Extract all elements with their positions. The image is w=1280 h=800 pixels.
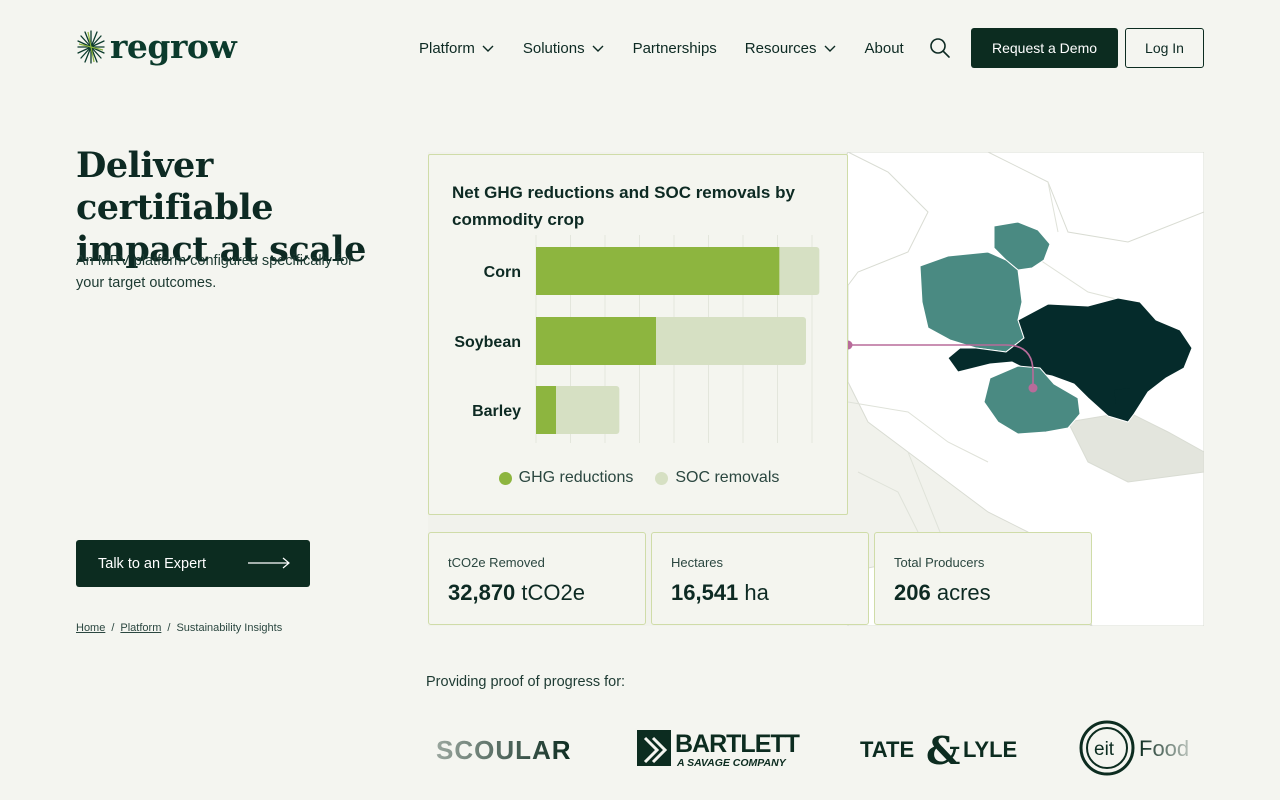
scoular-logo-graphic: SCOULAR [436, 735, 572, 765]
stat-card-producers: Total Producers 206 acres [874, 532, 1092, 625]
legend-dot-soc [655, 471, 669, 485]
nav-about-label: About [864, 39, 904, 57]
client-logos: SCOULAR BARTLETT A SAVAGE COMPANY TATE &… [426, 712, 1204, 784]
hero-title-line1: Deliver certifiable [76, 145, 274, 228]
bartlett-text: BARTLETT [675, 730, 800, 758]
nav-partnerships-label: Partnerships [632, 39, 717, 57]
eit-food-logo: eit Food [1077, 712, 1204, 784]
chart-legend: GHG reductions SOC removals [429, 469, 849, 487]
proof-label: Providing proof of progress for: [426, 674, 626, 690]
eit-food-logo-graphic: eit Food [1079, 720, 1189, 776]
bar-ghg-reductions [536, 317, 656, 365]
bartlett-logo-graphic: BARTLETT A SAVAGE COMPANY [637, 730, 801, 769]
breadcrumb-separator: / [167, 622, 171, 634]
chevron-down-icon [482, 45, 494, 52]
stat-card-hectares: Hectares 16,541 ha [651, 532, 869, 625]
stat-unit: ha [744, 580, 769, 605]
stat-label: Total Producers [894, 555, 985, 570]
legend-dot-ghg [498, 471, 512, 485]
food-text: Food [1139, 736, 1189, 761]
tate-lyle-logo-graphic: TATE & LYLE [860, 728, 1017, 770]
talk-to-expert-button[interactable]: Talk to an Expert [76, 540, 310, 587]
brand-name: regrow [110, 27, 237, 66]
bartlett-logo: BARTLETT A SAVAGE COMPANY [637, 712, 807, 784]
breadcrumb-home[interactable]: Home [76, 622, 105, 634]
nav-platform[interactable]: Platform [419, 40, 495, 57]
chart-card: Net GHG reductions and SOC removals by c… [428, 154, 848, 515]
stat-number: 16,541 [671, 580, 739, 605]
request-demo-button[interactable]: Request a Demo [971, 28, 1118, 68]
nav-resources-label: Resources [744, 39, 817, 57]
legend-label-ghg: GHG reductions [518, 469, 634, 486]
stat-value: 32,870 tCO2e [448, 580, 645, 606]
main-nav: Platform Solutions Partnerships Resource… [419, 28, 932, 68]
hero-subtitle: An MRV platform configured specifically … [76, 253, 353, 291]
breadcrumb-platform[interactable]: Platform [120, 622, 161, 634]
bar-ghg-reductions [536, 247, 780, 295]
nav-partnerships[interactable]: Partnerships [633, 40, 717, 57]
tate-lyle-logo: TATE & LYLE [860, 712, 1025, 784]
chevron-down-icon [592, 45, 604, 52]
arrow-right-icon [248, 557, 290, 569]
site-header: regrow Platform Solutions Partnerships R… [0, 0, 1280, 96]
scoular-text: SCOULAR [436, 735, 572, 765]
stat-card-tco2e: tCO2e Removed 32,870 tCO2e [428, 532, 646, 625]
talk-to-expert-label: Talk to an Expert [98, 555, 206, 572]
eit-mark: eit [1094, 739, 1115, 760]
scoular-logo: SCOULAR [436, 712, 586, 784]
stat-number: 206 [894, 580, 931, 605]
stat-unit: tCO2e [521, 580, 586, 605]
nav-resources[interactable]: Resources [745, 40, 837, 57]
bartlett-tagline: A SAVAGE COMPANY [676, 757, 787, 769]
lyle-text: LYLE [963, 737, 1017, 762]
regrow-logo[interactable]: regrow [76, 27, 237, 66]
tate-lyle-ampersand: & [926, 728, 960, 770]
legend-item-ghg: GHG reductions [498, 469, 634, 487]
stat-value: 16,541 ha [671, 580, 868, 606]
nav-platform-label: Platform [419, 39, 475, 57]
stat-label: tCO2e Removed [448, 555, 545, 570]
tate-text: TATE [860, 737, 914, 762]
chevron-down-icon [824, 45, 835, 52]
stat-number: 32,870 [448, 580, 516, 605]
breadcrumb-separator: / [111, 622, 115, 634]
chart-category-label: Barley [472, 403, 521, 420]
login-button[interactable]: Log In [1125, 28, 1204, 68]
breadcrumb-current: Sustainability Insights [176, 622, 283, 634]
nav-about[interactable]: About [865, 40, 904, 57]
legend-label-soc: SOC removals [675, 469, 780, 486]
stat-value: 206 acres [894, 580, 1091, 606]
breadcrumb: Home / Platform / Sustainability Insight… [76, 622, 282, 634]
ghg-soc-bar-chart: Corn Soybean Barley [454, 235, 820, 443]
regrow-logo-icon [77, 30, 105, 64]
stat-label: Hectares [671, 555, 724, 570]
nav-solutions-label: Solutions [522, 39, 585, 57]
stat-unit: acres [936, 580, 991, 605]
chart-category-label: Soybean [454, 334, 521, 351]
chart-category-label: Corn [484, 264, 521, 281]
legend-item-soc: SOC removals [655, 469, 779, 487]
search-icon[interactable] [929, 37, 951, 59]
bar-ghg-reductions [536, 386, 556, 434]
nav-solutions[interactable]: Solutions [523, 40, 605, 57]
